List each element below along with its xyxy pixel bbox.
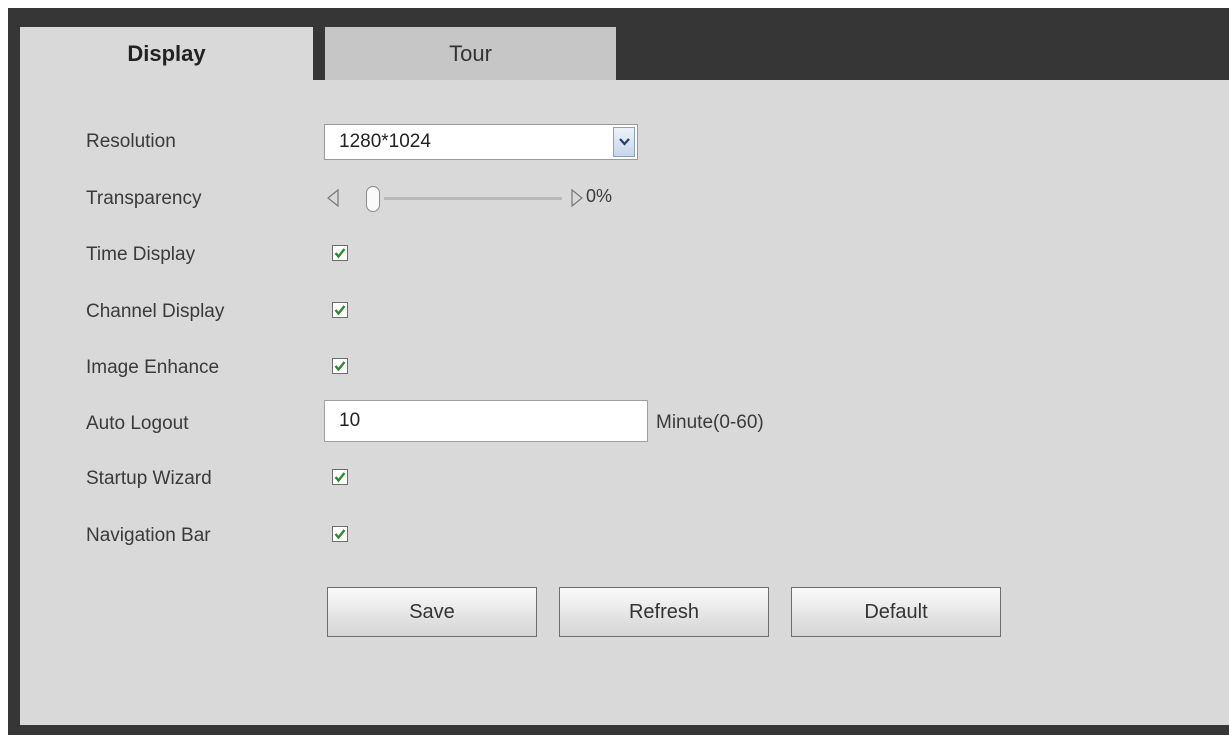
transparency-slider[interactable]: 0% [326, 184, 636, 212]
check-icon [334, 361, 346, 372]
auto-logout-label: Auto Logout [86, 413, 189, 434]
chevron-down-icon[interactable] [613, 127, 635, 157]
channel-display-checkbox[interactable] [332, 302, 348, 318]
save-button[interactable]: Save [327, 587, 537, 637]
check-icon [334, 248, 346, 259]
check-icon [334, 529, 346, 540]
image-enhance-checkbox[interactable] [332, 358, 348, 374]
triangle-right-icon[interactable] [570, 188, 584, 208]
time-display-label: Time Display [86, 244, 196, 265]
check-icon [334, 305, 346, 316]
default-button[interactable]: Default [791, 587, 1001, 637]
tab-display[interactable]: Display [20, 27, 313, 80]
resolution-label: Resolution [86, 131, 176, 152]
tab-tour[interactable]: Tour [325, 27, 616, 80]
refresh-button[interactable]: Refresh [559, 587, 769, 637]
transparency-label: Transparency [86, 188, 202, 209]
channel-display-label: Channel Display [86, 301, 225, 322]
resolution-value: 1280*1024 [339, 131, 431, 152]
auto-logout-unit: Minute(0-60) [656, 412, 764, 433]
transparency-value: 0% [586, 186, 613, 206]
time-display-checkbox[interactable] [332, 245, 348, 261]
navigation-bar-label: Navigation Bar [86, 525, 211, 546]
check-icon [334, 472, 346, 483]
auto-logout-input[interactable] [324, 400, 648, 442]
slider-thumb[interactable] [366, 186, 380, 212]
navigation-bar-checkbox[interactable] [332, 526, 348, 542]
image-enhance-label: Image Enhance [86, 357, 220, 378]
slider-track[interactable] [384, 197, 562, 200]
startup-wizard-label: Startup Wizard [86, 468, 212, 489]
resolution-select[interactable]: 1280*1024 [324, 124, 638, 160]
triangle-left-icon[interactable] [326, 188, 340, 208]
startup-wizard-checkbox[interactable] [332, 469, 348, 485]
